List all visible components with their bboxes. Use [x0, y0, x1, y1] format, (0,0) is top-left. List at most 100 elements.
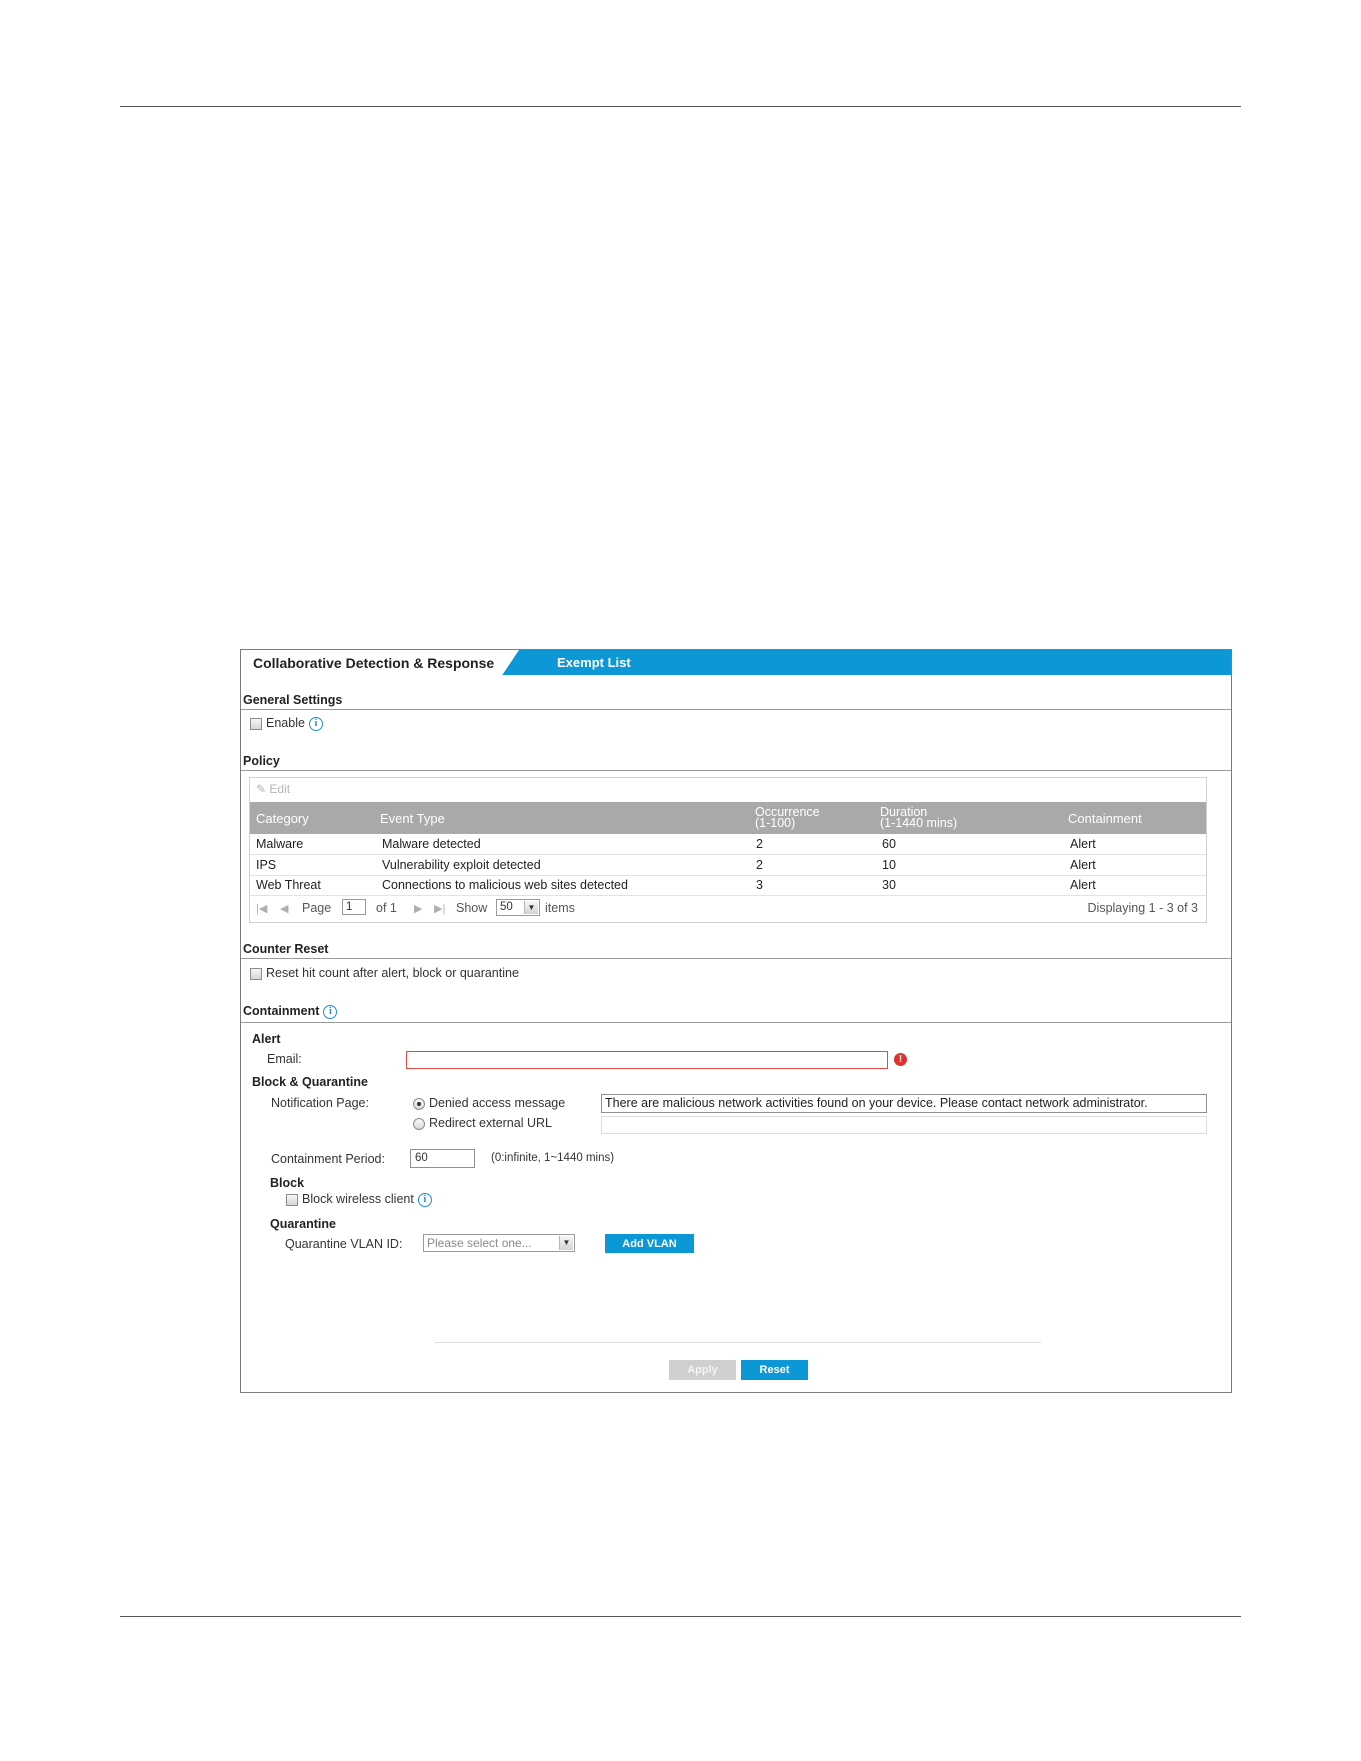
policy-title: Policy: [243, 754, 280, 768]
quarantine-vlan-select[interactable]: Please select one... ▼: [423, 1234, 575, 1252]
reset-hit-checkbox[interactable]: [250, 967, 262, 980]
page-size-value: 50: [500, 901, 513, 913]
containment-period-label: Containment Period:: [271, 1152, 385, 1166]
reset-button[interactable]: Reset: [741, 1360, 808, 1380]
col-occurrence-range: (1-100): [755, 816, 796, 830]
block-quarantine-title: Block & Quarantine: [252, 1075, 368, 1089]
page-size-select[interactable]: 50 ▼: [496, 899, 540, 916]
tab-label: Exempt List: [557, 655, 631, 670]
denied-message-input[interactable]: There are malicious network activities f…: [601, 1094, 1207, 1113]
containment-period-hint: (0:infinite, 1~1440 mins): [491, 1152, 615, 1164]
table-row[interactable]: IPS Vulnerability exploit detected 2 10 …: [250, 855, 1206, 876]
prev-page-icon[interactable]: ◀: [280, 902, 288, 915]
col-occurrence[interactable]: Occurrence (1-100): [755, 802, 820, 834]
denied-access-label: Denied access message: [429, 1096, 566, 1110]
quarantine-vlan-label: Quarantine VLAN ID:: [285, 1237, 403, 1251]
apply-button[interactable]: Apply: [669, 1360, 736, 1380]
containment-title-text: Containment: [243, 1004, 320, 1018]
email-label: Email:: [267, 1052, 302, 1066]
page-number-input[interactable]: 1: [342, 899, 366, 915]
cell-containment: Alert: [1070, 858, 1096, 872]
footer-divider: [435, 1342, 1041, 1343]
page-bottom-rule: [120, 1616, 1241, 1617]
notification-page-label: Notification Page:: [271, 1096, 369, 1110]
enable-row: Enable i: [250, 716, 323, 731]
block-wireless-label: Block wireless client: [302, 1192, 414, 1206]
col-duration[interactable]: Duration (1-1440 mins): [880, 802, 957, 834]
cell-containment: Alert: [1070, 878, 1096, 892]
table-pager: |◀ ◀ Page 1 of 1 ▶ ▶| Show 50 ▼ items Di…: [250, 894, 1206, 922]
cell-duration: 10: [882, 858, 896, 872]
add-vlan-button[interactable]: Add VLAN: [605, 1234, 694, 1253]
tab-label: Collaborative Detection & Response: [253, 654, 495, 671]
enable-label: Enable: [266, 716, 305, 730]
cell-category: Malware: [256, 837, 304, 851]
cdr-settings-window: Collaborative Detection & Response Exemp…: [240, 649, 1232, 1393]
edit-label: Edit: [269, 782, 291, 796]
first-page-icon[interactable]: |◀: [256, 902, 267, 915]
tab-collaborative-detection[interactable]: Collaborative Detection & Response: [241, 650, 519, 675]
cell-occurrence: 2: [756, 858, 763, 872]
info-icon[interactable]: i: [323, 1004, 338, 1019]
email-input[interactable]: [406, 1051, 888, 1069]
cell-occurrence: 3: [756, 878, 763, 892]
block-title: Block: [270, 1176, 305, 1190]
next-page-icon[interactable]: ▶: [414, 902, 422, 915]
quarantine-title: Quarantine: [270, 1217, 336, 1231]
reset-hit-label: Reset hit count after alert, block or qu…: [266, 966, 519, 980]
edit-button[interactable]: ✎ Edit: [256, 782, 290, 796]
col-containment[interactable]: Containment: [1068, 802, 1142, 834]
col-event-type[interactable]: Event Type: [380, 802, 445, 834]
tab-bar: Collaborative Detection & Response Exemp…: [241, 650, 1231, 675]
containment-title: Containment i: [243, 1004, 338, 1019]
redirect-url-option[interactable]: Redirect external URL: [413, 1116, 552, 1130]
cell-category: Web Threat: [256, 878, 321, 892]
last-page-icon[interactable]: ▶|: [434, 902, 445, 915]
section-divider: [241, 709, 1231, 710]
info-icon[interactable]: i: [417, 1192, 432, 1207]
block-wireless-row: Block wireless client i: [286, 1192, 432, 1207]
containment-period-input[interactable]: 60: [410, 1149, 475, 1168]
denied-access-radio[interactable]: [413, 1097, 425, 1110]
page-label: Page: [302, 901, 332, 915]
cell-event-type: Connections to malicious web sites detec…: [382, 878, 628, 892]
col-category[interactable]: Category: [256, 802, 309, 834]
col-duration-range: (1-1440 mins): [880, 816, 958, 830]
items-label: items: [545, 901, 575, 915]
edit-icon: ✎: [256, 782, 267, 796]
denied-access-option[interactable]: Denied access message: [413, 1096, 565, 1110]
counter-reset-title: Counter Reset: [243, 942, 329, 956]
cell-duration: 60: [882, 837, 896, 851]
cell-duration: 30: [882, 878, 896, 892]
show-label: Show: [456, 901, 488, 915]
cell-occurrence: 2: [756, 837, 763, 851]
section-divider: [241, 770, 1231, 771]
page-top-rule: [120, 106, 1241, 107]
redirect-url-input[interactable]: [601, 1116, 1207, 1134]
enable-checkbox[interactable]: [250, 717, 262, 730]
table-row[interactable]: Web Threat Connections to malicious web …: [250, 875, 1206, 896]
block-wireless-checkbox[interactable]: [286, 1193, 298, 1206]
redirect-url-label: Redirect external URL: [429, 1116, 552, 1130]
cell-containment: Alert: [1070, 837, 1096, 851]
quarantine-vlan-placeholder: Please select one...: [427, 1236, 532, 1250]
info-icon[interactable]: i: [308, 716, 323, 731]
reset-hit-row: Reset hit count after alert, block or qu…: [250, 966, 519, 980]
displaying-count: Displaying 1 - 3 of 3: [1087, 901, 1198, 915]
general-settings-title: General Settings: [243, 693, 343, 707]
cell-event-type: Vulnerability exploit detected: [382, 858, 541, 872]
policy-table-panel: ✎ Edit Category Event Type Occurrence (1…: [249, 777, 1207, 923]
tab-exempt-list[interactable]: Exempt List: [557, 650, 631, 675]
redirect-url-radio[interactable]: [413, 1117, 425, 1130]
chevron-down-icon: ▼: [559, 1236, 573, 1250]
section-divider: [241, 958, 1231, 959]
table-row[interactable]: Malware Malware detected 2 60 Alert: [250, 834, 1206, 855]
cell-event-type: Malware detected: [382, 837, 481, 851]
chevron-down-icon: ▼: [524, 901, 538, 914]
cell-category: IPS: [256, 858, 277, 872]
error-icon: !: [894, 1053, 907, 1066]
page-of-label: of 1: [376, 901, 397, 915]
policy-table-header: Category Event Type Occurrence (1-100) D…: [250, 802, 1206, 834]
alert-title: Alert: [252, 1032, 281, 1046]
section-divider: [241, 1022, 1231, 1023]
